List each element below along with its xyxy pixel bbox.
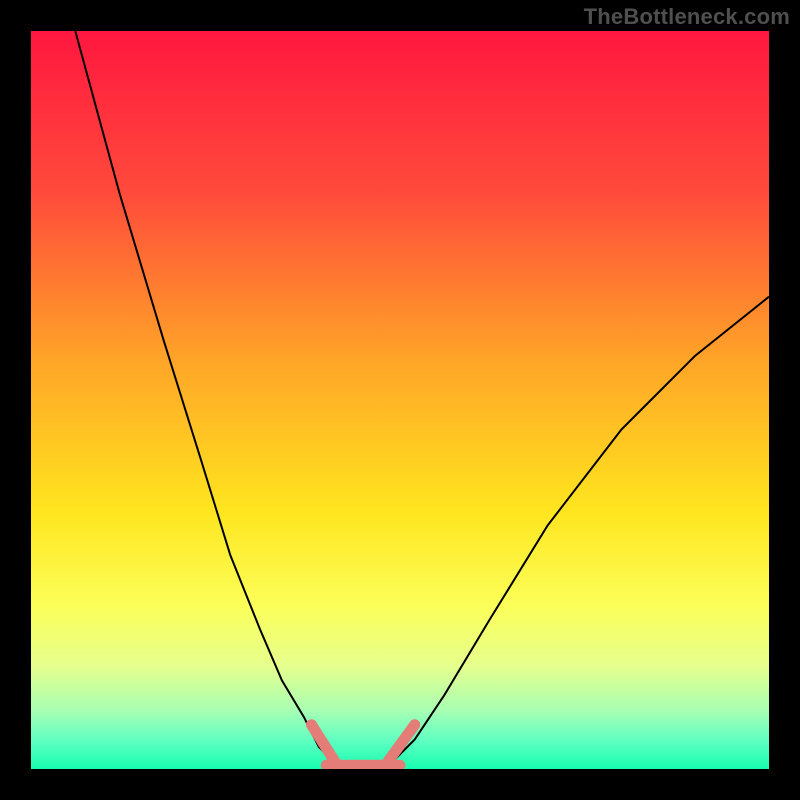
chart-frame: TheBottleneck.com xyxy=(0,0,800,800)
watermark-text: TheBottleneck.com xyxy=(584,4,790,30)
bottleneck-chart xyxy=(0,0,800,800)
plot-background xyxy=(31,31,769,769)
